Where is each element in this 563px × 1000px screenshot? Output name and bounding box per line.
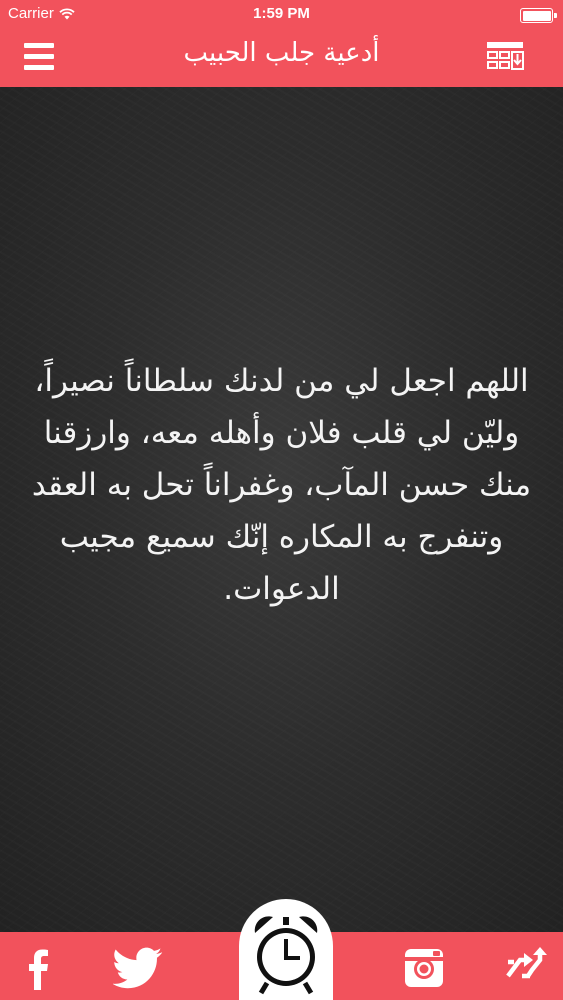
grid-download-icon xyxy=(487,42,524,70)
app-screen: Carrier 1:59 PM أدعية جلب الحبيب اللهم ا… xyxy=(0,0,563,1000)
instagram-icon xyxy=(405,949,443,987)
page-title: أدعية جلب الحبيب xyxy=(183,38,380,68)
hamburger-menu-icon xyxy=(24,43,54,48)
prayer-text: اللهم اجعل لي من لدنك سلطاناً نصيراً، ول… xyxy=(31,363,532,607)
facebook-icon xyxy=(29,949,48,990)
hamburger-menu-icon-bar xyxy=(24,65,54,70)
download-button[interactable] xyxy=(485,40,525,76)
facebook-share-button[interactable] xyxy=(14,946,64,990)
top-header: Carrier 1:59 PM أدعية جلب الحبيب xyxy=(0,0,563,87)
battery-icon xyxy=(520,8,557,23)
hamburger-menu-icon-bar xyxy=(24,54,54,59)
shuffle-icon xyxy=(506,947,547,979)
nav-bar: أدعية جلب الحبيب xyxy=(0,30,563,87)
status-time: 1:59 PM xyxy=(253,5,310,22)
menu-button[interactable] xyxy=(22,39,58,75)
shuffle-button[interactable] xyxy=(500,946,550,990)
alarm-button[interactable] xyxy=(239,899,333,1000)
status-bar: Carrier 1:59 PM xyxy=(0,0,563,30)
alarm-clock-icon xyxy=(254,916,318,995)
battery-level xyxy=(522,10,551,21)
twitter-share-button[interactable] xyxy=(112,946,163,990)
twitter-icon xyxy=(112,947,163,989)
instagram-share-button[interactable] xyxy=(399,946,449,990)
chalkboard-content: اللهم اجعل لي من لدنك سلطاناً نصيراً، ول… xyxy=(0,87,563,932)
